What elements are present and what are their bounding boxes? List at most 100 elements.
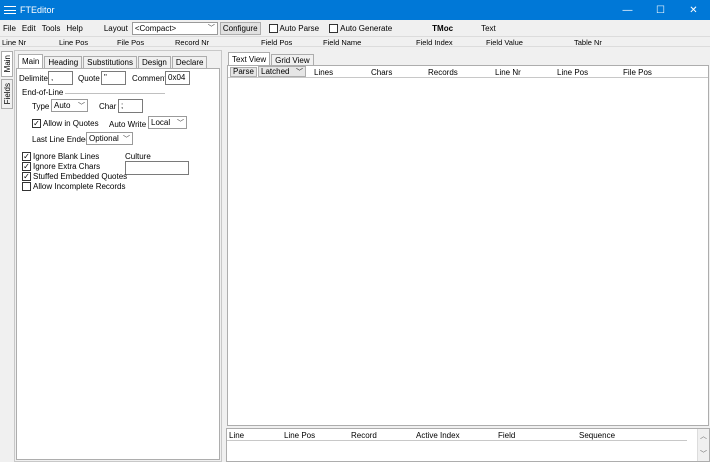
bcol-line: Line	[229, 431, 245, 440]
side-tabs: Main Fields	[0, 50, 14, 462]
latched-dropdown[interactable]: Latched ﹀	[258, 66, 306, 77]
left-panel: Main Heading Substitutions Design Declar…	[14, 50, 222, 462]
layout-value: <Compact>	[134, 23, 177, 33]
auto-write-dropdown[interactable]: Local ﹀	[148, 116, 187, 129]
auto-write-label: Auto Write	[109, 120, 147, 129]
chevron-down-icon: ﹀	[78, 102, 85, 110]
col-line-pos: Line Pos	[557, 68, 589, 77]
chevron-down-icon: ﹀	[296, 68, 303, 76]
status-record-nr: Record Nr	[175, 38, 210, 47]
tmoc-label: TMoc	[432, 23, 454, 33]
parse-button[interactable]: Parse	[230, 67, 257, 77]
auto-write-value: Local	[151, 118, 171, 127]
text-label: Text	[481, 23, 496, 33]
bcol-record: Record	[351, 431, 377, 440]
allow-incomplete-checkbox[interactable]: Allow Incomplete Records	[22, 182, 125, 191]
tab-text-view[interactable]: Text View	[228, 52, 271, 65]
bottom-scrollbar[interactable]: ︿ ﹀	[697, 429, 709, 461]
section-divider	[65, 93, 165, 94]
side-tab-fields-label: Fields	[2, 83, 12, 105]
auto-parse-checkbox[interactable]: Auto Parse	[268, 23, 320, 33]
status-field-name: Field Name	[323, 38, 362, 47]
text-view-content[interactable]: Parse Latched ﹀ Lines Chars Records Line…	[227, 65, 709, 426]
title-bar: FTEditor — ☐ ✕	[0, 0, 710, 20]
status-field-pos: Field Pos	[261, 38, 293, 47]
menu-bar: File Edit Tools Help Layout <Compact> ﹀ …	[0, 20, 710, 36]
allow-in-quotes-label: Allow in Quotes	[43, 119, 99, 128]
checkmark-icon: ✓	[32, 118, 41, 128]
bottom-header: Line Line Pos Record Active Index Field …	[227, 429, 687, 441]
bcol-field: Field	[498, 431, 516, 440]
status-line-nr: Line Nr	[2, 38, 27, 47]
allow-incomplete-label: Allow Incomplete Records	[33, 182, 126, 191]
scroll-down-icon[interactable]: ﹀	[700, 449, 707, 459]
main-tab-content: Delimiter , Quote " Comment 0x04 End-of-…	[16, 68, 220, 460]
menu-help[interactable]: Help	[63, 24, 85, 33]
scroll-up-icon[interactable]: ︿	[700, 431, 707, 441]
checkbox-icon	[268, 23, 278, 33]
end-of-line-label: End-of-Line	[22, 88, 64, 97]
minimize-button[interactable]: —	[611, 0, 644, 20]
latched-value: Latched	[261, 67, 290, 76]
status-line-pos: Line Pos	[59, 38, 89, 47]
ignore-extra-chars-label: Ignore Extra Chars	[33, 162, 101, 171]
last-line-ended-dropdown[interactable]: Optional ﹀	[86, 132, 133, 145]
col-records: Records	[428, 68, 458, 77]
menu-file[interactable]: File	[0, 24, 19, 33]
quote-input[interactable]: "	[101, 71, 126, 85]
col-line-nr: Line Nr	[495, 68, 521, 77]
window-title: FTEditor	[20, 5, 55, 15]
layout-dropdown[interactable]: <Compact> ﹀	[131, 21, 218, 35]
col-lines: Lines	[314, 68, 334, 77]
status-field-index: Field Index	[416, 38, 453, 47]
comment-label: Comment	[132, 74, 167, 83]
checkbox-icon	[22, 182, 31, 191]
delimiter-input[interactable]: ,	[48, 71, 73, 85]
allow-in-quotes-checkbox[interactable]: ✓ Allow in Quotes	[32, 119, 99, 128]
delimiter-label: Delimiter	[19, 74, 51, 83]
side-tab-main-label: Main	[2, 55, 12, 73]
tab-design[interactable]: Design	[137, 56, 171, 68]
tab-heading[interactable]: Heading	[44, 56, 83, 68]
checkmark-icon: ✓	[22, 171, 31, 181]
type-label: Type	[32, 102, 50, 111]
checkbox-icon	[329, 23, 339, 33]
char-input[interactable]: ;	[118, 99, 143, 113]
bcol-active-index: Active Index	[416, 431, 460, 440]
quote-label: Quote	[78, 74, 100, 83]
bcol-sequence: Sequence	[579, 431, 616, 440]
type-value: Auto	[54, 101, 71, 110]
tab-main[interactable]: Main	[18, 54, 44, 68]
side-tab-main[interactable]: Main	[1, 51, 13, 77]
configure-button[interactable]: Configure	[219, 21, 261, 35]
auto-generate-checkbox[interactable]: Auto Generate	[329, 23, 393, 33]
ignore-blank-lines-checkbox[interactable]: ✓ Ignore Blank Lines	[22, 152, 99, 161]
culture-label: Culture	[125, 152, 151, 161]
right-panel: Text View Grid View Parse Latched ﹀ Line…	[226, 50, 710, 426]
status-field-value: Field Value	[486, 38, 523, 47]
status-header-row: Line Nr Line Pos File Pos Record Nr Fiel…	[0, 36, 710, 47]
checkmark-icon: ✓	[22, 151, 31, 161]
stuffed-quotes-label: Stuffed Embedded Quotes	[33, 172, 128, 181]
status-table-nr: Table Nr	[574, 38, 602, 47]
type-dropdown[interactable]: Auto ﹀	[51, 99, 88, 112]
layout-label: Layout	[103, 23, 128, 33]
menu-edit[interactable]: Edit	[19, 24, 39, 33]
tab-grid-view[interactable]: Grid View	[271, 54, 314, 65]
side-tab-fields[interactable]: Fields	[1, 79, 13, 109]
auto-generate-label: Auto Generate	[340, 23, 393, 33]
close-button[interactable]: ✕	[677, 0, 710, 20]
ignore-extra-chars-checkbox[interactable]: ✓ Ignore Extra Chars	[22, 162, 100, 171]
tab-substitutions[interactable]: Substitutions	[83, 56, 137, 68]
auto-parse-label: Auto Parse	[279, 23, 320, 33]
comment-input[interactable]: 0x04	[165, 71, 190, 85]
tab-declare[interactable]: Declare	[171, 56, 208, 68]
maximize-button[interactable]: ☐	[644, 0, 677, 20]
status-file-pos: File Pos	[117, 38, 145, 47]
stuffed-quotes-checkbox[interactable]: ✓ Stuffed Embedded Quotes	[22, 172, 127, 181]
bottom-panel: Line Line Pos Record Active Index Field …	[226, 428, 710, 462]
culture-input[interactable]	[125, 161, 189, 175]
col-chars: Chars	[371, 68, 393, 77]
last-line-ended-value: Optional	[89, 134, 119, 143]
menu-tools[interactable]: Tools	[39, 24, 64, 33]
